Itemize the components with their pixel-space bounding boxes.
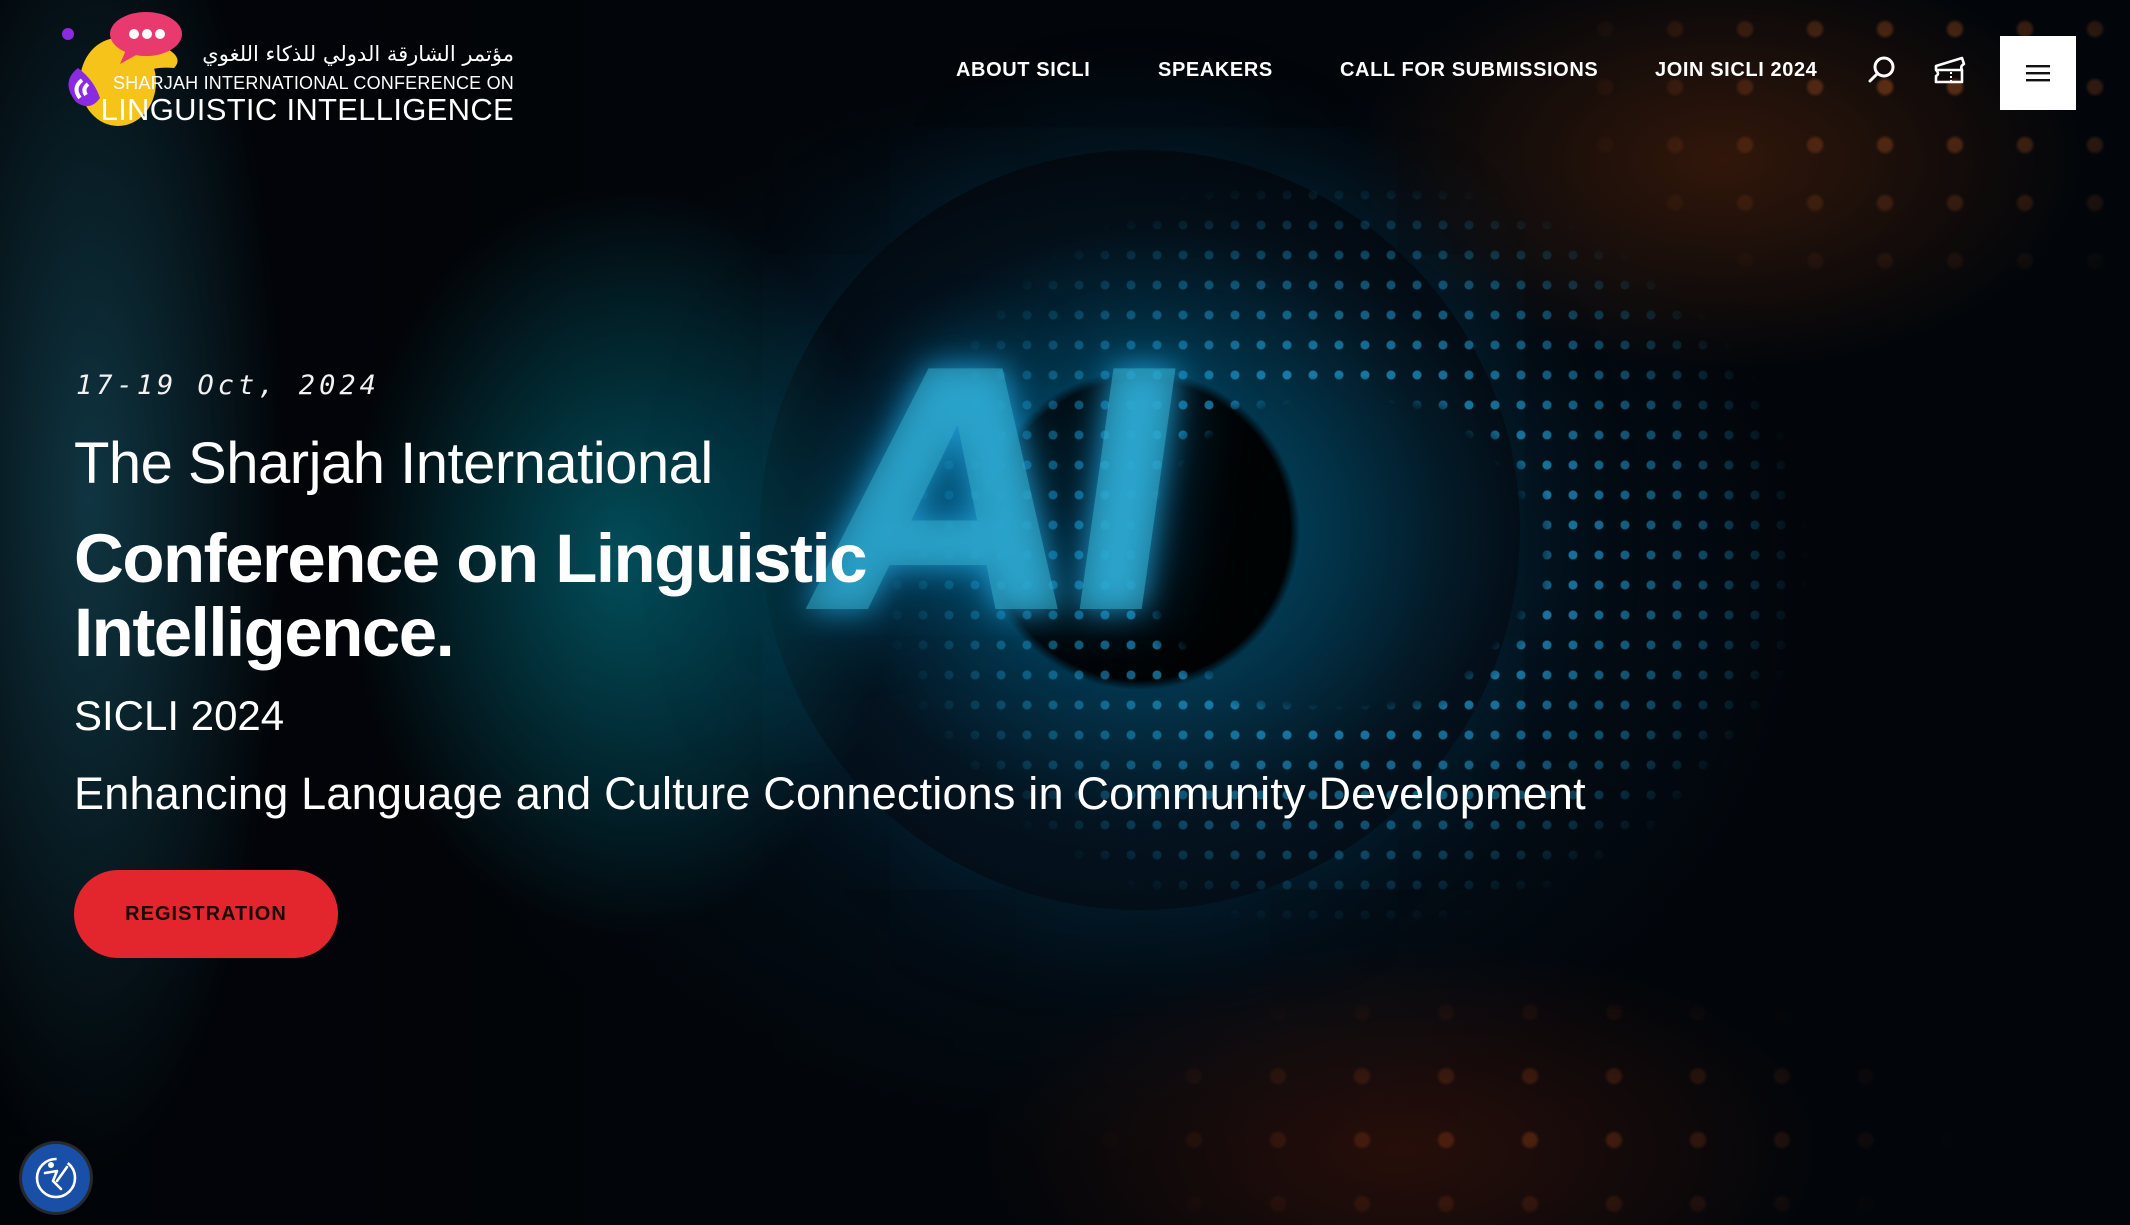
nav-item-join-sicli-2024[interactable]: JOIN SICLI 2024 [1655, 59, 1817, 82]
hamburger-menu-button[interactable] [2000, 36, 2076, 110]
registration-button[interactable]: REGISTRATION [74, 870, 338, 958]
conference-acronym: SICLI 2024 [74, 692, 285, 739]
logo-arabic-name: مؤتمر الشارقة الدولي للذكاء اللغوي [202, 42, 514, 66]
event-date: 17-19 Oct, 2024 [76, 370, 380, 401]
ticket-icon[interactable] [1932, 52, 1968, 88]
hamburger-menu-icon [2026, 65, 2050, 82]
accessibility-button[interactable] [22, 1144, 90, 1212]
nav-item-call-for-submissions[interactable]: CALL FOR SUBMISSIONS [1340, 59, 1598, 82]
search-icon[interactable] [1866, 54, 1898, 86]
logo-english-line1: SHARJAH INTERNATIONAL CONFERENCE ON [112, 73, 514, 93]
hero-title: Conference on Linguistic Intelligence. [74, 522, 974, 670]
logo-english-line2: LINGUISTIC INTELLIGENCE [100, 92, 514, 127]
nav-item-speakers[interactable]: SPEAKERS [1158, 59, 1273, 82]
hero-subtitle-line: The Sharjah International [74, 431, 713, 496]
hero-title-line1: Conference on Linguistic [74, 520, 868, 597]
page: AI مؤتمر الشارقة الدولي للذكاء اللغوي SH… [0, 0, 2130, 1225]
site-header: مؤتمر الشارقة الدولي للذكاء اللغوي SHARJ… [0, 0, 2130, 140]
site-logo[interactable]: مؤتمر الشارقة الدولي للذكاء اللغوي SHARJ… [56, 10, 526, 130]
nav-item-about-sicli[interactable]: ABOUT SICLI [956, 59, 1090, 82]
hero-title-line2: Intelligence. [74, 594, 455, 671]
accessibility-icon [35, 1157, 77, 1199]
conference-tagline: Enhancing Language and Culture Connectio… [74, 768, 1586, 819]
